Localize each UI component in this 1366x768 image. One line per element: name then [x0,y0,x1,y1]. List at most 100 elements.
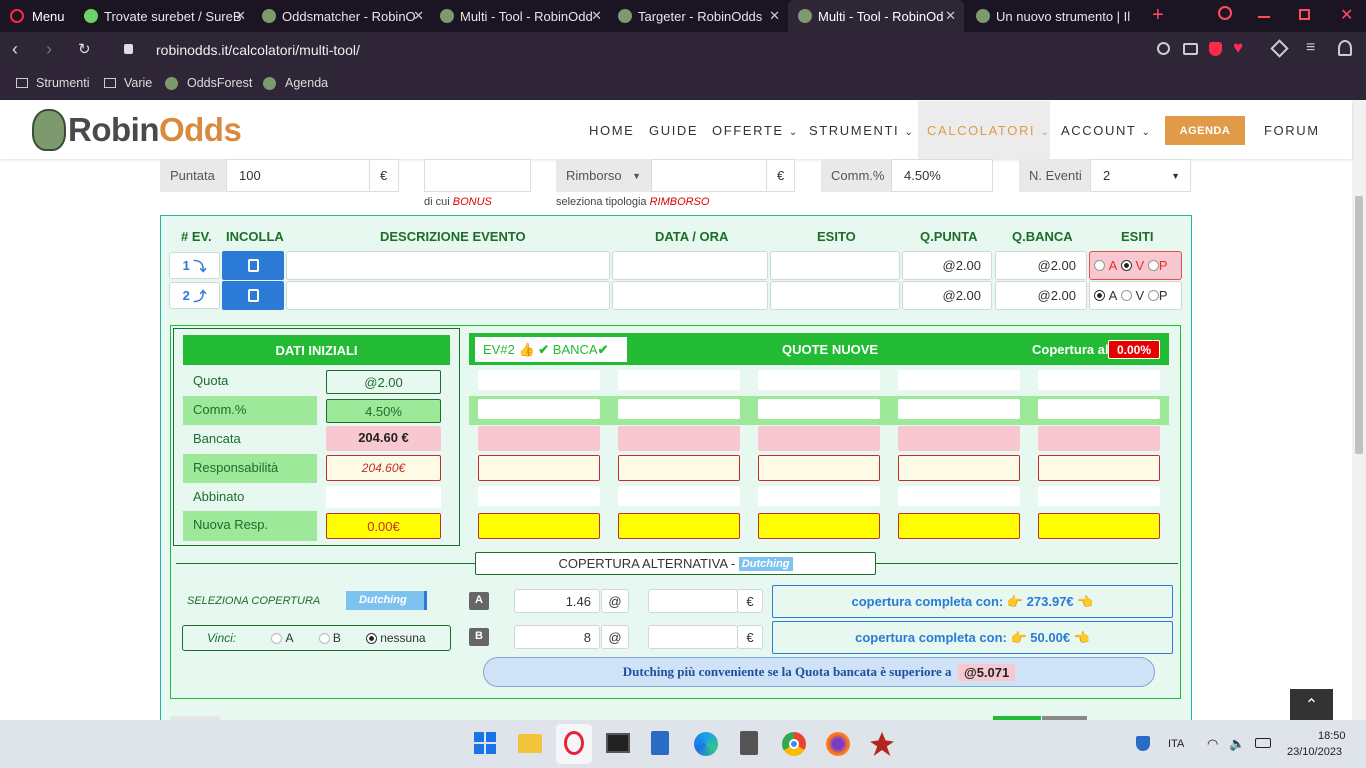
radio-p[interactable] [1147,290,1159,301]
quota-a-input[interactable]: 1.46 [514,589,600,613]
quote-nuove-comm-cell[interactable] [758,399,880,419]
scrollbar-thumb[interactable] [1355,196,1363,454]
nav-home[interactable]: HOME [589,123,634,138]
nav-account[interactable]: ACCOUNT ⌄ [1061,123,1151,138]
chrome-icon[interactable] [782,732,806,756]
event-1-esito-input[interactable] [770,251,900,280]
rimborso-input[interactable] [651,159,767,192]
language-indicator[interactable]: ITA [1168,738,1184,750]
back-icon[interactable]: ‹ [12,39,18,60]
quote-nuove-quota-cell[interactable] [1038,370,1160,390]
wifi-icon[interactable]: ◠ [1207,736,1218,752]
bonus-input[interactable] [424,159,531,192]
bookmark-agenda[interactable]: Agenda [263,76,328,90]
event-1-description-input[interactable] [286,251,610,280]
tab-3[interactable]: Multi - Tool - RobinOdd ✕ [430,0,610,32]
event-2-datetime-input[interactable] [612,281,768,310]
search-tabs-icon[interactable] [1218,6,1232,20]
quote-nuove-comm-cell[interactable] [478,399,600,419]
vinci-radio-nessuna-selected[interactable] [365,632,377,644]
notepad-icon[interactable] [651,731,669,755]
nav-forum[interactable]: FORUM [1264,123,1320,138]
forward-icon[interactable]: › [46,39,52,60]
camera-icon[interactable] [1183,43,1198,55]
eventi-select[interactable]: 2 ▼ [1090,159,1191,192]
game-app-icon[interactable] [870,732,894,756]
nav-strumenti[interactable]: STRUMENTI ⌄ [809,123,914,138]
page-scrollbar[interactable] [1352,100,1366,720]
quote-nuove-abbinato-cell[interactable] [478,486,600,506]
windows-start-icon[interactable] [474,732,496,754]
event-2-description-input[interactable] [286,281,610,310]
quote-nuove-comm-cell[interactable] [618,399,740,419]
vinci-radio-b[interactable] [318,632,330,644]
quote-nuove-bancata-cell[interactable] [898,426,1020,451]
paste-button-1[interactable] [222,251,284,280]
radio-a[interactable] [1094,260,1105,271]
edge-icon[interactable] [694,732,718,756]
restore-icon[interactable] [1299,9,1310,20]
minimize-icon[interactable] [1258,16,1270,18]
quote-nuove-responsabilita-cell[interactable] [898,455,1020,481]
heart-icon[interactable]: ♥ [1233,38,1243,58]
quote-nuove-responsabilita-cell[interactable] [618,455,740,481]
quote-nuove-responsabilita-cell[interactable] [478,455,600,481]
clock-date[interactable]: 23/10/2023 [1287,746,1342,758]
comm-input[interactable]: 4.50% [891,159,993,192]
stake-b-input[interactable] [648,625,738,649]
nav-guide[interactable]: GUIDE [649,123,698,138]
bookmark-varie[interactable]: Varie [104,76,152,90]
event-2-esito-input[interactable] [770,281,900,310]
menu-button[interactable]: Menu [32,9,65,24]
quote-nuove-nuova-resp-cell[interactable] [478,513,600,539]
quote-nuove-abbinato-cell[interactable] [758,486,880,506]
url-field[interactable]: robinodds.it/calcolatori/multi-tool/ [156,42,360,58]
quote-nuove-abbinato-cell[interactable] [1038,486,1160,506]
quote-nuove-quota-cell[interactable] [758,370,880,390]
close-icon[interactable]: ✕ [235,8,246,24]
close-icon[interactable]: ✕ [591,8,602,24]
reload-icon[interactable]: ↻ [78,40,91,58]
clock-time[interactable]: 18:50 [1318,730,1346,742]
quote-nuove-responsabilita-cell[interactable] [758,455,880,481]
quote-nuove-abbinato-cell[interactable] [618,486,740,506]
quote-nuove-nuova-resp-cell[interactable] [898,513,1020,539]
quote-nuove-bancata-cell[interactable] [618,426,740,451]
vinci-radio-a[interactable] [271,632,283,644]
paste-button-2[interactable] [222,281,284,310]
quota-b-input[interactable]: 8 [514,625,600,649]
quote-nuove-bancata-cell[interactable] [758,426,880,451]
event-2-q-punta-input[interactable]: @2.00 [902,281,992,310]
radio-v-selected[interactable] [1120,260,1132,271]
quote-nuove-nuova-resp-cell[interactable] [618,513,740,539]
opera-taskbar-active[interactable] [556,724,592,764]
close-icon[interactable]: ✕ [769,8,780,24]
battery-icon[interactable] [1255,738,1271,748]
firefox-icon[interactable] [826,732,850,756]
nav-calcolatori[interactable]: CALCOLATORI ⌄ [927,123,1050,138]
tab-6[interactable]: Un nuovo strumento | Il [966,0,1142,32]
quote-nuove-comm-cell[interactable] [1038,399,1160,419]
radio-v[interactable] [1120,290,1132,301]
scroll-top-button[interactable]: ⌃ [1290,689,1333,720]
quote-nuove-bancata-cell[interactable] [1038,426,1160,451]
quote-nuove-bancata-cell[interactable] [478,426,600,451]
adblock-shield-icon[interactable] [1209,42,1222,56]
event-1-q-punta-input[interactable]: @2.00 [902,251,992,280]
new-tab-icon[interactable]: + [1152,4,1164,27]
file-explorer-icon[interactable] [518,734,542,753]
event-1-datetime-input[interactable] [612,251,768,280]
stake-a-input[interactable] [648,589,738,613]
cube-icon[interactable] [1270,39,1289,58]
quote-nuove-quota-cell[interactable] [898,370,1020,390]
tab-2[interactable]: Oddsmatcher - RobinO ✕ [252,0,432,32]
quote-nuove-nuova-resp-cell[interactable] [1038,513,1160,539]
site-logo[interactable]: RobinOdds [68,111,242,149]
radio-a-selected[interactable] [1094,290,1105,301]
quote-nuove-comm-cell[interactable] [898,399,1020,419]
terminal-icon[interactable] [606,733,630,753]
volume-icon[interactable]: 🔈 [1229,736,1245,752]
robin-logo-icon[interactable] [32,109,66,151]
opera-logo-icon[interactable] [10,9,24,23]
event-2-q-banca-input[interactable]: @2.00 [995,281,1087,310]
